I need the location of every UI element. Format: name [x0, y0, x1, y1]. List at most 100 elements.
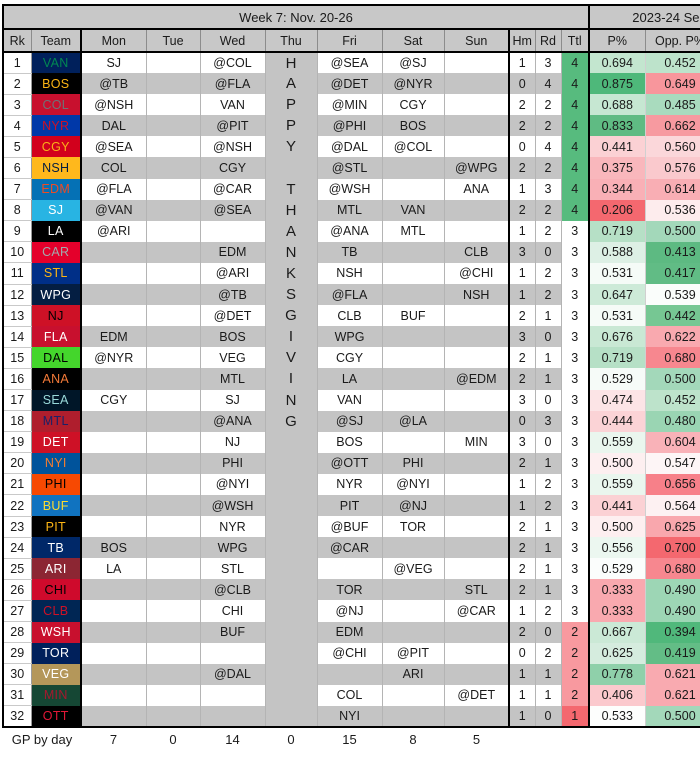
team-badge[interactable]: NSH — [31, 157, 82, 179]
home-games-cell: 1 — [508, 705, 536, 729]
team-badge[interactable]: DET — [31, 431, 82, 453]
rank-cell: 2 — [2, 72, 32, 95]
game-cell-tue — [145, 157, 201, 179]
team-badge[interactable]: SJ — [31, 199, 82, 221]
points-pct-cell: 0.533 — [588, 705, 646, 729]
team-badge[interactable]: PHI — [31, 473, 82, 495]
game-cell-wed: VAN — [199, 94, 266, 116]
team-badge[interactable]: NYI — [31, 452, 82, 474]
home-games-cell: 2 — [508, 115, 536, 137]
total-games-cell: 3 — [560, 537, 590, 559]
game-cell-sat — [381, 579, 445, 601]
game-cell-tue — [145, 368, 201, 390]
home-games-cell: 2 — [508, 452, 536, 474]
game-cell-sat — [381, 157, 445, 179]
road-games-cell: 2 — [534, 199, 562, 221]
table-row: 24TBBOSWPG@CAR2130.5560.700-0.144 — [2, 536, 700, 559]
total-games-cell: 3 — [560, 368, 590, 390]
total-games-cell: 4 — [560, 94, 590, 116]
game-cell-fri: @SEA — [316, 52, 383, 74]
road-games-cell: 2 — [534, 220, 562, 242]
thanksgiving-letter-cell: A — [264, 73, 318, 95]
team-badge[interactable]: FLA — [31, 326, 82, 348]
team-badge[interactable]: TOR — [31, 642, 82, 664]
thanksgiving-letter-cell: G — [264, 410, 318, 432]
team-badge[interactable]: STL — [31, 262, 82, 285]
team-badge[interactable]: WPG — [31, 284, 82, 306]
game-cell-mon: @ARI — [80, 220, 147, 242]
team-badge[interactable]: WSH — [31, 621, 82, 643]
road-games-cell: 0 — [534, 326, 562, 348]
game-cell-sat — [381, 347, 445, 369]
table-row: 16ANAMTLILA@EDM2130.5290.5000.029 — [2, 367, 700, 391]
table-row: 22BUF@WSHPIT@NJ1230.4410.564-0.123 — [2, 494, 700, 517]
team-badge[interactable]: VEG — [31, 663, 82, 685]
team-badge[interactable]: CAR — [31, 241, 82, 263]
thanksgiving-letter-cell: K — [264, 262, 318, 285]
total-games-cell: 3 — [560, 473, 590, 495]
game-cell-wed: VEG — [199, 347, 266, 369]
team-badge[interactable]: PIT — [31, 516, 82, 538]
home-games-cell: 1 — [508, 284, 536, 306]
table-row: 29TOR@CHI@PIT0220.6250.4190.206 — [2, 642, 700, 665]
team-badge[interactable]: NYR — [31, 115, 82, 137]
thanksgiving-letter-cell — [264, 157, 318, 179]
team-badge[interactable]: VAN — [31, 52, 82, 74]
column-header-tue: Tue — [145, 28, 201, 53]
game-cell-sat: ARI — [381, 663, 445, 685]
road-games-cell: 2 — [534, 115, 562, 137]
home-games-cell: 3 — [508, 431, 536, 453]
points-pct-cell: 0.875 — [588, 73, 646, 95]
team-badge[interactable]: LA — [31, 220, 82, 242]
game-cell-sat: BUF — [381, 305, 445, 327]
team-badge[interactable]: MIN — [31, 684, 82, 706]
game-cell-wed: @CAR — [199, 178, 266, 200]
team-badge[interactable]: BOS — [31, 73, 82, 95]
game-cell-fri: @BUF — [316, 516, 383, 538]
rank-cell: 3 — [2, 93, 32, 116]
game-cell-wed: @CLB — [199, 579, 266, 601]
team-badge[interactable]: CHI — [31, 579, 82, 601]
team-badge[interactable]: MTL — [31, 410, 82, 432]
rank-cell: 31 — [2, 684, 32, 707]
team-badge[interactable]: OTT — [31, 705, 82, 729]
rank-cell: 7 — [2, 178, 32, 201]
team-badge[interactable]: CGY — [31, 136, 82, 158]
team-badge[interactable]: TB — [31, 537, 82, 559]
game-cell-mon — [80, 579, 147, 601]
total-games-cell: 4 — [560, 73, 590, 95]
home-games-cell: 0 — [508, 136, 536, 158]
table-row: 20NYIPHI@OTTPHI2130.5000.547-0.047 — [2, 452, 700, 475]
points-pct-cell: 0.333 — [588, 600, 646, 622]
game-cell-mon — [80, 473, 147, 495]
points-pct-cell: 0.333 — [588, 579, 646, 601]
gp-by-day-value: 8 — [382, 727, 444, 750]
team-badge[interactable]: ARI — [31, 558, 82, 580]
team-badge[interactable]: NJ — [31, 305, 82, 327]
game-cell-fri: @ANA — [316, 220, 383, 242]
column-header-thu: Thu — [264, 28, 318, 53]
game-cell-tue — [145, 621, 201, 643]
game-cell-mon: COL — [80, 157, 147, 179]
team-badge[interactable]: ANA — [31, 368, 82, 390]
thanksgiving-letter-cell — [264, 663, 318, 685]
game-cell-mon — [80, 600, 147, 622]
team-badge[interactable]: BUF — [31, 494, 82, 517]
points-pct-cell: 0.676 — [588, 326, 646, 348]
team-badge[interactable]: COL — [31, 94, 82, 116]
opponent-points-pct-cell: 0.485 — [644, 94, 700, 116]
team-badge[interactable]: DAL — [31, 347, 82, 369]
game-cell-sat — [381, 178, 445, 200]
game-cell-wed: @SEA — [199, 199, 266, 221]
total-games-cell: 4 — [560, 136, 590, 158]
total-games-cell: 4 — [560, 178, 590, 200]
home-games-cell: 0 — [508, 642, 536, 664]
road-games-cell: 2 — [534, 600, 562, 622]
total-games-cell: 3 — [560, 284, 590, 306]
road-games-cell: 0 — [534, 705, 562, 729]
team-badge[interactable]: SEA — [31, 389, 82, 411]
home-games-cell: 1 — [508, 473, 536, 495]
team-badge[interactable]: CLB — [31, 600, 82, 622]
team-badge[interactable]: EDM — [31, 178, 82, 200]
column-header-ttl: Ttl — [560, 28, 590, 53]
